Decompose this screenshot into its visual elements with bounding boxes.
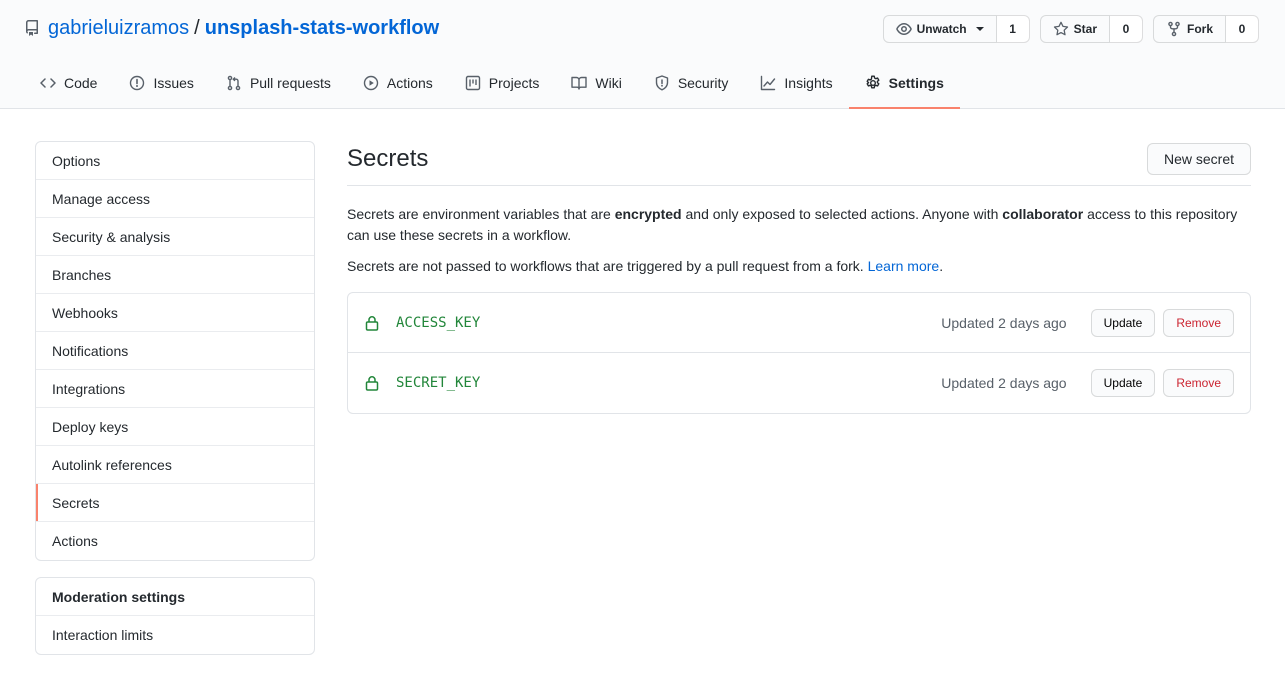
description-paragraph-1: Secrets are environment variables that a…	[347, 204, 1251, 246]
play-icon	[363, 75, 379, 91]
repo-icon	[24, 20, 40, 36]
stars-count[interactable]: 0	[1109, 15, 1143, 43]
settings-menu: Options Manage access Security & analysi…	[35, 141, 315, 561]
tab-code-label: Code	[64, 75, 98, 91]
tab-settings[interactable]: Settings	[848, 59, 960, 109]
repo-path-separator: /	[194, 16, 200, 39]
sidebar-item-security-analysis[interactable]: Security & analysis	[36, 218, 314, 256]
repo-owner-link[interactable]: gabrieluizramos	[48, 17, 189, 40]
tab-projects[interactable]: Projects	[449, 59, 556, 109]
tab-security[interactable]: Security	[638, 59, 745, 109]
eye-icon	[895, 23, 912, 35]
secrets-description: Secrets are environment variables that a…	[347, 204, 1251, 277]
repo-actions: Unwatch 1 Star 0 Fork 0	[882, 15, 1259, 43]
secret-row: SECRET_KEY Updated 2 days ago Update Rem…	[348, 353, 1250, 413]
desc-text: Secrets are environment variables that a…	[347, 206, 615, 222]
moderation-heading: Moderation settings	[36, 578, 314, 616]
sidebar-item-deploy-keys[interactable]: Deploy keys	[36, 408, 314, 446]
unwatch-label: Unwatch	[916, 22, 967, 36]
secrets-main: Secrets New secret Secrets are environme…	[347, 141, 1251, 414]
page-title: Secrets	[347, 145, 429, 172]
star-icon	[1053, 21, 1068, 36]
learn-more-link[interactable]: Learn more	[868, 258, 940, 274]
sidebar-item-actions[interactable]: Actions	[36, 522, 314, 560]
tab-insights[interactable]: Insights	[744, 59, 848, 109]
code-icon	[40, 78, 56, 88]
remove-secret-button[interactable]: Remove	[1163, 369, 1234, 397]
tab-pull-requests-label: Pull requests	[249, 75, 331, 91]
graph-icon	[761, 75, 776, 91]
tab-wiki[interactable]: Wiki	[555, 59, 637, 109]
tab-wiki-label: Wiki	[595, 75, 622, 91]
pull-request-icon	[227, 75, 241, 91]
update-secret-button[interactable]: Update	[1090, 369, 1156, 397]
shield-icon	[655, 75, 669, 91]
desc-text: Secrets are not passed to workflows that…	[347, 258, 868, 274]
repo-tabs: Code Issues Pull requests Actions Projec…	[24, 59, 960, 109]
star-button[interactable]: Star	[1039, 15, 1110, 43]
tab-issues[interactable]: Issues	[113, 59, 209, 109]
watchers-count[interactable]: 1	[996, 15, 1030, 43]
desc-text: .	[939, 258, 944, 274]
forks-count[interactable]: 0	[1226, 15, 1259, 43]
tab-projects-label: Projects	[488, 75, 540, 91]
settings-layout: Options Manage access Security & analysi…	[35, 141, 1251, 671]
moderation-menu: Moderation settings Interaction limits	[35, 577, 315, 655]
lock-icon	[365, 315, 379, 331]
repo-title: gabrieluizramos / unsplash-stats-workflo…	[24, 16, 439, 40]
fork-button[interactable]: Fork	[1152, 15, 1226, 43]
secret-updated: Updated 2 days ago	[941, 314, 1067, 331]
sidebar-item-secrets[interactable]: Secrets	[36, 484, 314, 522]
tab-actions[interactable]: Actions	[347, 59, 449, 109]
star-group: Star 0	[1039, 15, 1143, 43]
sidebar-item-interaction-limits[interactable]: Interaction limits	[36, 616, 314, 654]
sidebar-item-branches[interactable]: Branches	[36, 256, 314, 294]
tab-security-label: Security	[677, 75, 729, 91]
settings-sidebar: Options Manage access Security & analysi…	[35, 141, 315, 671]
repo-name-link[interactable]: unsplash-stats-workflow	[205, 17, 439, 40]
secret-updated: Updated 2 days ago	[941, 375, 1067, 391]
tab-actions-label: Actions	[386, 75, 433, 91]
unwatch-button[interactable]: Unwatch	[882, 15, 997, 43]
desc-emphasis-collaborator: collaborator	[1002, 206, 1084, 222]
project-icon	[465, 75, 480, 91]
sidebar-item-notifications[interactable]: Notifications	[36, 332, 314, 370]
tab-insights-label: Insights	[784, 75, 833, 91]
issue-icon	[130, 75, 145, 91]
secrets-list: ACCESS_KEY Updated 2 days ago Update Rem…	[347, 292, 1251, 414]
repo-header: gabrieluizramos / unsplash-stats-workflo…	[0, 0, 1285, 109]
gear-icon	[866, 75, 880, 89]
lock-icon	[365, 376, 379, 391]
secret-row: ACCESS_KEY Updated 2 days ago Update Rem…	[348, 293, 1250, 353]
description-paragraph-2: Secrets are not passed to workflows that…	[347, 256, 1251, 277]
book-icon	[571, 76, 588, 90]
fork-icon	[1168, 21, 1180, 37]
secret-name: ACCESS_KEY	[396, 314, 481, 331]
sidebar-item-manage-access[interactable]: Manage access	[36, 180, 314, 218]
update-secret-button[interactable]: Update	[1090, 308, 1156, 337]
tab-code[interactable]: Code	[24, 59, 113, 109]
remove-secret-button[interactable]: Remove	[1163, 308, 1234, 337]
sidebar-item-webhooks[interactable]: Webhooks	[36, 294, 314, 332]
desc-emphasis-encrypted: encrypted	[614, 206, 682, 222]
sidebar-item-autolink-references[interactable]: Autolink references	[36, 446, 314, 484]
tab-issues-label: Issues	[153, 75, 194, 91]
chevron-down-icon	[975, 27, 984, 31]
fork-group: Fork 0	[1152, 15, 1259, 43]
tab-pull-requests[interactable]: Pull requests	[210, 59, 347, 109]
sidebar-item-options[interactable]: Options	[36, 142, 314, 180]
secret-name: SECRET_KEY	[396, 375, 481, 391]
secrets-subhead: Secrets New secret	[347, 141, 1251, 186]
sidebar-item-integrations[interactable]: Integrations	[36, 370, 314, 408]
new-secret-button[interactable]: New secret	[1146, 143, 1251, 175]
watch-group: Unwatch 1	[882, 15, 1030, 43]
desc-text: and only exposed to selected actions. An…	[681, 206, 1003, 222]
star-label: Star	[1073, 22, 1097, 36]
fork-label: Fork	[1186, 22, 1213, 36]
tab-settings-label: Settings	[888, 75, 944, 91]
